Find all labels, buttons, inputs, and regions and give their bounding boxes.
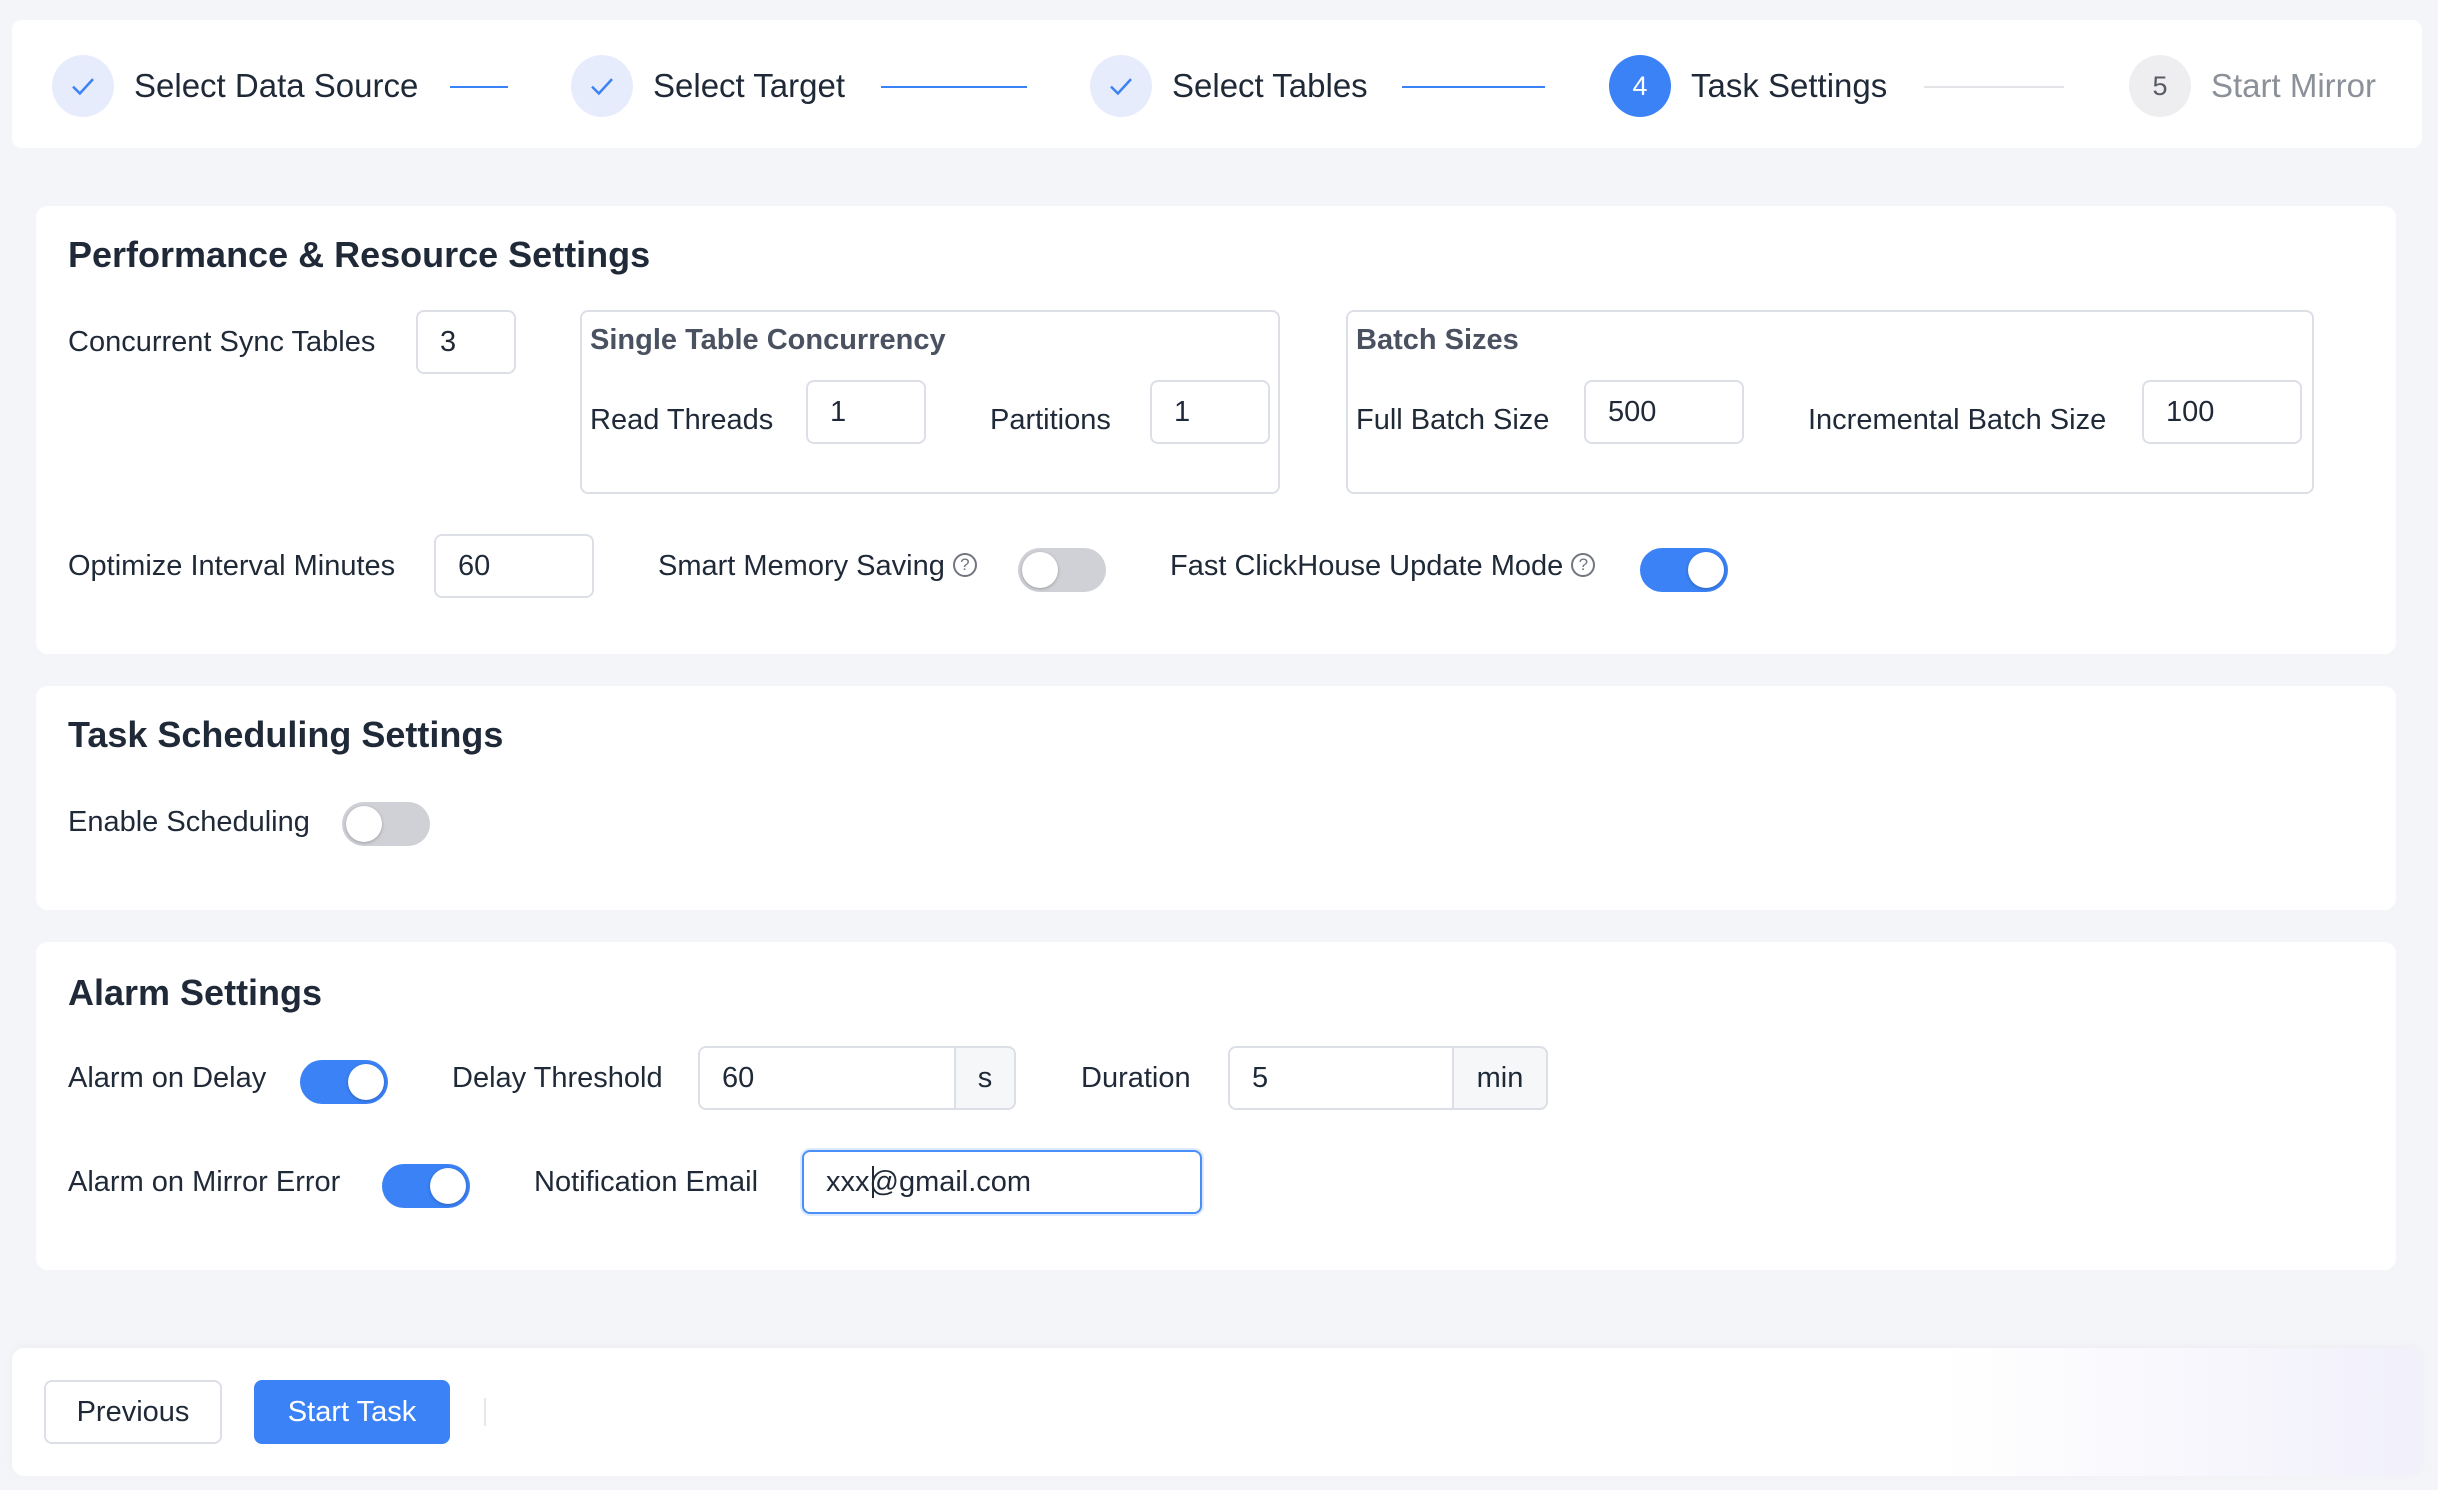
- smart-memory-saving-label: Smart Memory Saving?: [658, 546, 977, 586]
- performance-settings-card: Performance & Resource Settings Concurre…: [36, 206, 2396, 654]
- step-number: 4: [1609, 55, 1671, 117]
- notification-email-input[interactable]: [802, 1150, 1202, 1214]
- fast-clickhouse-update-toggle[interactable]: [1640, 548, 1728, 592]
- smart-memory-saving-toggle[interactable]: [1018, 548, 1106, 592]
- check-icon: [571, 55, 633, 117]
- duration-input[interactable]: [1228, 1046, 1454, 1110]
- wizard-steps: Select Data Source Select Target Select …: [12, 20, 2422, 148]
- step-connector: [1402, 86, 1545, 88]
- fast-clickhouse-update-label: Fast ClickHouse Update Mode?: [1170, 546, 1596, 586]
- step-select-data-source[interactable]: Select Data Source: [52, 54, 418, 118]
- batch-sizes-group: Batch Sizes Full Batch Size Incremental …: [1346, 310, 2314, 494]
- step-select-tables[interactable]: Select Tables: [1090, 54, 1368, 118]
- alarm-settings-card: Alarm Settings Alarm on Delay Delay Thre…: [36, 942, 2396, 1270]
- optimize-interval-input[interactable]: [434, 534, 594, 598]
- notification-email-label: Notification Email: [534, 1166, 759, 1198]
- task-settings-page: Select Data Source Select Target Select …: [0, 0, 2438, 1490]
- step-connector: [881, 86, 1027, 88]
- divider: [484, 1398, 486, 1426]
- incremental-batch-size-label: Incremental Batch Size: [1808, 404, 2107, 436]
- section-title: Alarm Settings: [68, 972, 323, 1013]
- step-label: Select Data Source: [134, 67, 419, 104]
- read-threads-input[interactable]: [806, 380, 926, 444]
- alarm-on-delay-label: Alarm on Delay: [68, 1062, 267, 1094]
- toggle-knob: [1022, 552, 1058, 588]
- alarm-on-mirror-error-toggle[interactable]: [382, 1164, 470, 1208]
- toggle-knob: [346, 806, 382, 842]
- full-batch-size-label: Full Batch Size: [1356, 404, 1550, 436]
- step-connector: [1924, 86, 2064, 88]
- alarm-on-delay-toggle[interactable]: [300, 1060, 388, 1104]
- enable-scheduling-toggle[interactable]: [342, 802, 430, 846]
- delay-threshold-unit: s: [956, 1046, 1016, 1110]
- duration-unit: min: [1454, 1046, 1548, 1110]
- help-icon[interactable]: ?: [952, 553, 977, 578]
- footer-bar: Previous Start Task: [12, 1348, 2422, 1476]
- enable-scheduling-label: Enable Scheduling: [68, 806, 310, 838]
- optimize-interval-label: Optimize Interval Minutes: [68, 550, 396, 582]
- previous-button[interactable]: Previous: [44, 1380, 222, 1444]
- toggle-knob: [1688, 552, 1724, 588]
- full-batch-size-input[interactable]: [1584, 380, 1744, 444]
- concurrent-sync-tables-input[interactable]: [416, 310, 516, 374]
- step-label: Select Tables: [1172, 67, 1368, 104]
- concurrent-sync-tables-label: Concurrent Sync Tables: [68, 326, 376, 358]
- start-task-button[interactable]: Start Task: [254, 1380, 450, 1444]
- section-title: Task Scheduling Settings: [68, 714, 504, 755]
- toggle-knob: [348, 1064, 384, 1100]
- check-icon: [52, 55, 114, 117]
- smart-memory-saving-text: Smart Memory Saving: [658, 550, 945, 582]
- group-title: Single Table Concurrency: [590, 324, 946, 356]
- alarm-on-mirror-error-label: Alarm on Mirror Error: [68, 1166, 341, 1198]
- step-task-settings[interactable]: 4 Task Settings: [1609, 54, 1887, 118]
- help-icon[interactable]: ?: [1571, 553, 1596, 578]
- incremental-batch-size-input[interactable]: [2142, 380, 2302, 444]
- fast-clickhouse-update-text: Fast ClickHouse Update Mode: [1170, 550, 1564, 582]
- step-label: Start Mirror: [2211, 67, 2376, 104]
- step-label: Select Target: [653, 67, 846, 104]
- step-number: 5: [2129, 55, 2191, 117]
- step-select-target[interactable]: Select Target: [571, 54, 845, 118]
- read-threads-label: Read Threads: [590, 404, 774, 436]
- delay-threshold-label: Delay Threshold: [452, 1062, 663, 1094]
- group-title: Batch Sizes: [1356, 324, 1519, 356]
- toggle-knob: [430, 1168, 466, 1204]
- single-table-concurrency-group: Single Table Concurrency Read Threads Pa…: [580, 310, 1280, 494]
- text-caret: [872, 1166, 874, 1198]
- delay-threshold-input[interactable]: [698, 1046, 956, 1110]
- check-icon: [1090, 55, 1152, 117]
- step-connector: [450, 86, 508, 88]
- section-title: Performance & Resource Settings: [68, 234, 651, 275]
- step-start-mirror[interactable]: 5 Start Mirror: [2129, 54, 2376, 118]
- step-label: Task Settings: [1691, 67, 1888, 104]
- partitions-label: Partitions: [990, 404, 1111, 436]
- partitions-input[interactable]: [1150, 380, 1270, 444]
- duration-label: Duration: [1081, 1062, 1191, 1094]
- scheduling-settings-card: Task Scheduling Settings Enable Scheduli…: [36, 686, 2396, 910]
